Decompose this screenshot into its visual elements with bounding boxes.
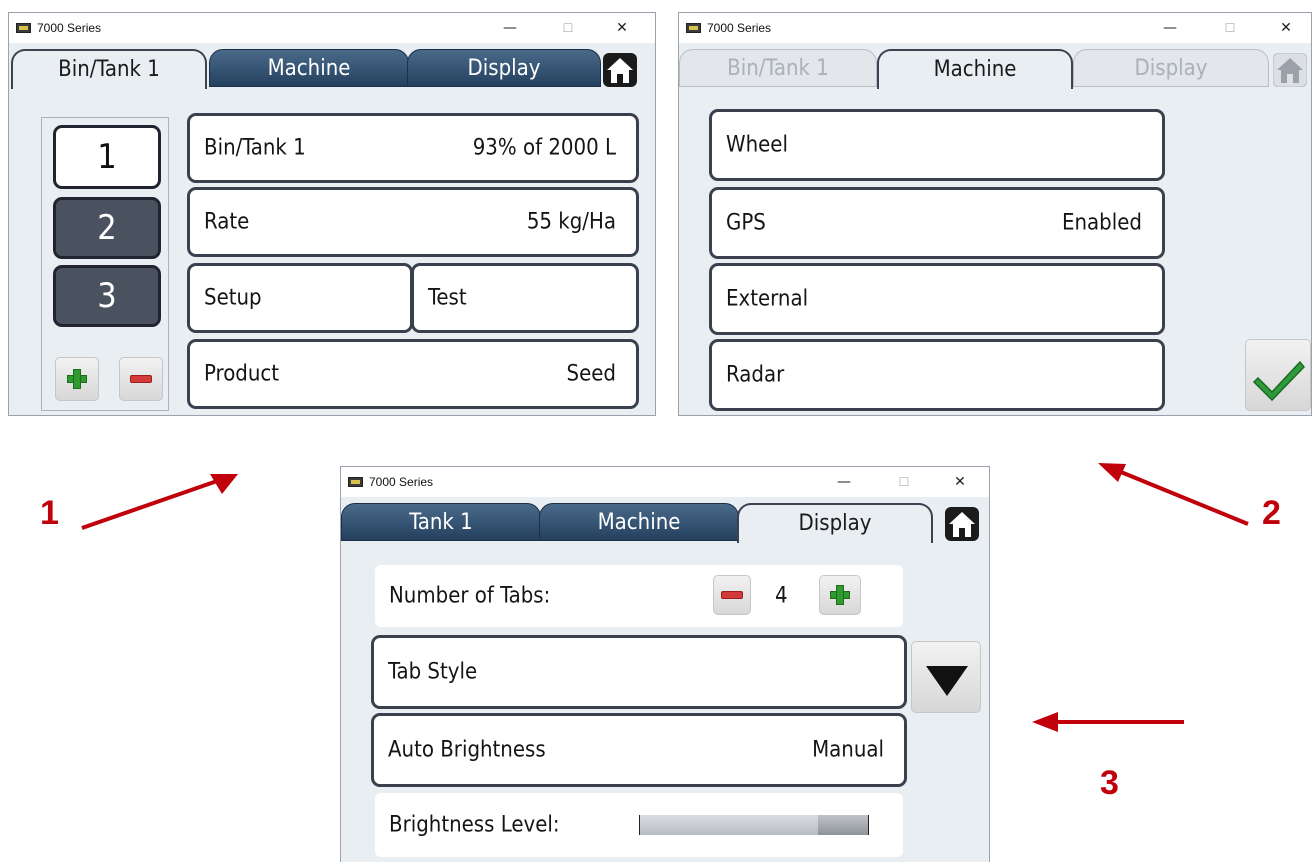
close-button[interactable]: ✕: [607, 17, 637, 39]
title-bar: 7000 Series — ☐ ✕: [679, 13, 1311, 43]
home-icon[interactable]: [603, 53, 637, 87]
window-title: 7000 Series: [37, 21, 102, 35]
add-bin-button[interactable]: [55, 357, 99, 401]
arrow-3: [1032, 712, 1184, 732]
tab-display[interactable]: Display: [407, 49, 601, 87]
auto-brightness-label: Auto Brightness: [388, 737, 546, 763]
dropdown-button[interactable]: [911, 641, 981, 713]
brightness-slider-remainder: [818, 815, 868, 835]
wheel-label: Wheel: [726, 132, 788, 158]
rate-value: 55 kg/Ha: [526, 209, 616, 235]
callout-1: 1: [40, 494, 59, 532]
check-icon: [1252, 360, 1305, 402]
tab-style-label: Tab Style: [388, 659, 478, 685]
tab-display[interactable]: Display: [737, 503, 933, 543]
brightness-level-label: Brightness Level:: [389, 812, 560, 838]
window-title: 7000 Series: [369, 475, 434, 489]
window-title: 7000 Series: [707, 21, 772, 35]
minimize-button[interactable]: —: [1155, 17, 1185, 39]
radar-label: Radar: [726, 362, 785, 388]
window-display: 7000 Series — ☐ ✕ Tank 1 Machine Display…: [340, 466, 990, 862]
number-of-tabs-value: 4: [775, 583, 788, 609]
tab-style-row[interactable]: Tab Style: [371, 635, 907, 709]
wheel-row[interactable]: Wheel: [709, 109, 1165, 181]
home-icon[interactable]: [1273, 53, 1307, 87]
product-label: Product: [204, 361, 280, 387]
auto-brightness-value: Manual: [812, 737, 884, 763]
tab-display[interactable]: Display: [1073, 49, 1269, 87]
setup-label: Setup: [204, 285, 262, 311]
tab-bar: Bin/Tank 1 Machine Display: [9, 43, 655, 89]
tab-bar: Tank 1 Machine Display: [341, 497, 989, 543]
triangle-down-icon: [926, 666, 968, 696]
tab-machine[interactable]: Machine: [877, 49, 1073, 89]
bin-tank-value: 93% of 2000 L: [472, 135, 616, 161]
close-button[interactable]: ✕: [1271, 17, 1301, 39]
setup-button[interactable]: Setup: [187, 263, 413, 333]
increase-tabs-button[interactable]: [819, 575, 861, 615]
window-bin-tank: 7000 Series — ☐ ✕ Bin/Tank 1 Machine Dis…: [8, 12, 656, 416]
number-of-tabs-row: Number of Tabs: 4: [375, 565, 903, 627]
app-icon: [348, 477, 363, 487]
tab-bar: Bin/Tank 1 Machine Display: [679, 43, 1311, 89]
auto-brightness-row[interactable]: Auto Brightness Manual: [371, 713, 907, 787]
gps-value: Enabled: [1062, 210, 1142, 236]
radar-row[interactable]: Radar: [709, 339, 1165, 411]
arrow-2: [1098, 463, 1249, 526]
product-value: Seed: [566, 361, 617, 387]
remove-bin-button[interactable]: [119, 357, 163, 401]
close-button[interactable]: ✕: [945, 471, 975, 493]
bin-button-2[interactable]: 2: [53, 197, 161, 259]
gps-label: GPS: [726, 210, 766, 236]
decrease-tabs-button[interactable]: [713, 575, 751, 615]
maximize-button[interactable]: ☐: [1215, 17, 1245, 39]
confirm-button[interactable]: [1245, 339, 1311, 411]
maximize-button[interactable]: ☐: [553, 17, 583, 39]
external-label: External: [726, 286, 809, 312]
rate-label: Rate: [204, 209, 250, 235]
tab-machine[interactable]: Machine: [539, 503, 739, 541]
callout-3: 3: [1100, 764, 1119, 802]
tab-tank[interactable]: Tank 1: [341, 503, 541, 541]
test-label: Test: [428, 285, 467, 311]
maximize-button[interactable]: ☐: [889, 471, 919, 493]
rate-row[interactable]: Rate 55 kg/Ha: [187, 187, 639, 257]
title-bar: 7000 Series — ☐ ✕: [341, 467, 989, 497]
product-row[interactable]: Product Seed: [187, 339, 639, 409]
bin-button-1[interactable]: 1: [53, 125, 161, 189]
title-bar: 7000 Series — ☐ ✕: [9, 13, 655, 43]
bin-button-3[interactable]: 3: [53, 265, 161, 327]
gps-row[interactable]: GPS Enabled: [709, 187, 1165, 259]
tab-machine[interactable]: Machine: [209, 49, 409, 87]
window-machine: 7000 Series — ☐ ✕ Bin/Tank 1 Machine Dis…: [678, 12, 1312, 416]
app-icon: [686, 23, 701, 33]
test-button[interactable]: Test: [411, 263, 639, 333]
tab-bin-tank[interactable]: Bin/Tank 1: [679, 49, 877, 87]
brightness-level-row: Brightness Level:: [375, 793, 903, 857]
home-icon[interactable]: [945, 507, 979, 541]
arrow-1: [81, 474, 238, 530]
callout-2: 2: [1262, 494, 1281, 532]
tab-bin-tank[interactable]: Bin/Tank 1: [11, 49, 207, 89]
brightness-slider[interactable]: [639, 815, 869, 835]
minimize-button[interactable]: —: [495, 17, 525, 39]
app-icon: [16, 23, 31, 33]
bin-tank-label: Bin/Tank 1: [204, 135, 306, 161]
number-of-tabs-label: Number of Tabs:: [389, 583, 551, 609]
minimize-button[interactable]: —: [829, 471, 859, 493]
external-row[interactable]: External: [709, 263, 1165, 335]
bin-tank-row[interactable]: Bin/Tank 1 93% of 2000 L: [187, 113, 639, 183]
